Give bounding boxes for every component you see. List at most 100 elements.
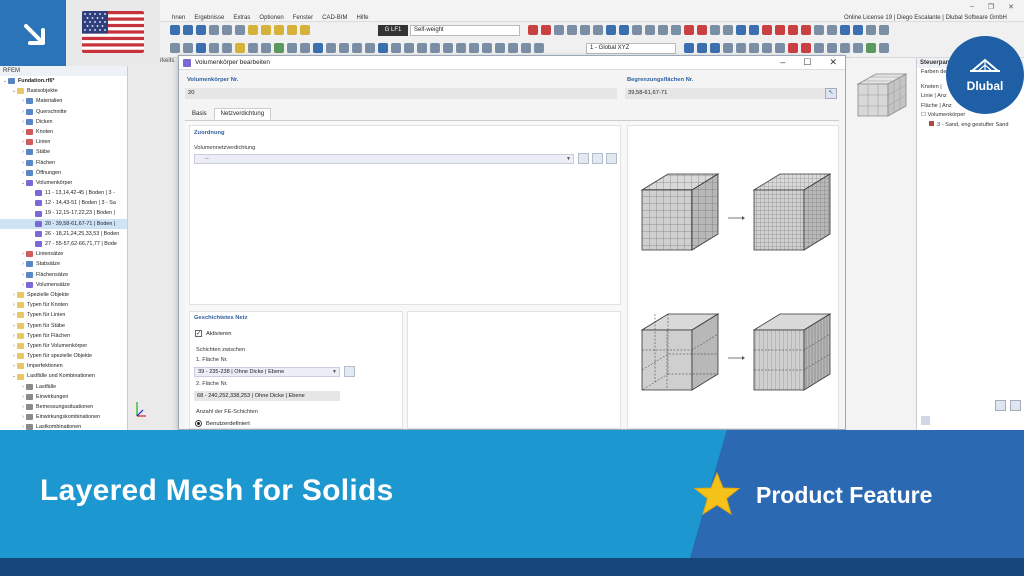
tool-icon[interactable]: [261, 43, 271, 53]
navigator-item[interactable]: › Knoten: [0, 127, 127, 137]
tab-mesh-refinement[interactable]: Netzverdichtung: [213, 108, 272, 120]
surface-1-select[interactable]: 39 - 235-238 | Ohne Dicke | Ebene ▼: [194, 367, 340, 377]
restore-icon[interactable]: ❐: [988, 3, 994, 11]
mesh-refinement-select[interactable]: -- ▼: [194, 154, 574, 164]
tool-icon[interactable]: [749, 43, 759, 53]
tool-icon[interactable]: [528, 25, 538, 35]
navigator-item[interactable]: 19 - 12,15-17,22,23 | Boden |: [0, 208, 127, 218]
tool-icon[interactable]: [866, 25, 876, 35]
tool-icon[interactable]: [339, 43, 349, 53]
navigator-item[interactable]: › Typen für Volumenkörper: [0, 341, 127, 351]
navigator-item[interactable]: › Lastkombinationen: [0, 422, 127, 430]
tool-icon[interactable]: [508, 43, 518, 53]
tool-icon[interactable]: [196, 43, 206, 53]
navigator-item[interactable]: › Imperfektionen: [0, 361, 127, 371]
tool-icon[interactable]: [853, 25, 863, 35]
tool-icon[interactable]: [248, 25, 258, 35]
navigator-item[interactable]: › Typen für Stäbe: [0, 321, 127, 331]
tool-icon[interactable]: [391, 43, 401, 53]
tool-icon[interactable]: [183, 43, 193, 53]
tool-icon[interactable]: [326, 43, 336, 53]
minimize-icon[interactable]: –: [780, 57, 785, 68]
tool-icon[interactable]: [606, 25, 616, 35]
navigator-item[interactable]: › Bemessungssituationen: [0, 402, 127, 412]
navigator-item[interactable]: › Linien: [0, 137, 127, 147]
navigator-item[interactable]: › Typen für Knoten: [0, 300, 127, 310]
maximize-icon[interactable]: ☐: [803, 57, 811, 68]
tool-icon[interactable]: [287, 25, 297, 35]
navigator-item[interactable]: › Materialien: [0, 96, 127, 106]
menu-item[interactable]: Fenster: [293, 15, 313, 21]
tool-icon[interactable]: [593, 25, 603, 35]
navigator-item[interactable]: › Stabsätze: [0, 259, 127, 269]
tool-icon[interactable]: [671, 25, 681, 35]
panel-option-button[interactable]: [1010, 400, 1021, 411]
solid-no-field[interactable]: 20: [185, 88, 617, 99]
tool-icon[interactable]: [417, 43, 427, 53]
view-icon[interactable]: [222, 25, 232, 35]
navigator-item[interactable]: ⌄ Lastfälle und Kombinationen: [0, 371, 127, 381]
tool-icon[interactable]: [261, 25, 271, 35]
tool-icon[interactable]: [274, 43, 284, 53]
tool-icon[interactable]: [801, 25, 811, 35]
tool-icon[interactable]: [723, 43, 733, 53]
edit-item-button[interactable]: [592, 153, 603, 164]
navigator-item[interactable]: › Volumensätze: [0, 280, 127, 290]
view-icon[interactable]: [183, 25, 193, 35]
tool-icon[interactable]: [300, 43, 310, 53]
tool-icon[interactable]: [762, 43, 772, 53]
load-case-select[interactable]: Self-weight: [410, 25, 520, 36]
pick-surface-button[interactable]: [344, 366, 355, 377]
panel-option-button[interactable]: [995, 400, 1006, 411]
tool-icon[interactable]: [378, 43, 388, 53]
navigator-item[interactable]: › Flächensätze: [0, 270, 127, 280]
tool-icon[interactable]: [814, 25, 824, 35]
menu-item[interactable]: hnen: [172, 15, 185, 21]
navigator-item[interactable]: 26 - 18,21,24,25,33,53 | Boden: [0, 229, 127, 239]
tool-icon[interactable]: [274, 25, 284, 35]
navigator-item[interactable]: ⌄ Basisobjekte: [0, 86, 127, 96]
load-case-code[interactable]: G LF1: [378, 25, 408, 36]
tool-icon[interactable]: [697, 25, 707, 35]
menu-item[interactable]: CAD-BIM: [322, 15, 347, 21]
tool-icon[interactable]: [801, 43, 811, 53]
tool-icon[interactable]: [541, 25, 551, 35]
tool-icon[interactable]: [658, 25, 668, 35]
tool-icon[interactable]: [209, 43, 219, 53]
tool-icon[interactable]: [521, 43, 531, 53]
tool-icon[interactable]: [619, 25, 629, 35]
close-window-icon[interactable]: ✕: [1008, 3, 1014, 11]
tool-icon[interactable]: [684, 43, 694, 53]
menu-item[interactable]: Optionen: [259, 15, 283, 21]
tool-icon[interactable]: [840, 43, 850, 53]
tool-icon[interactable]: [788, 25, 798, 35]
tool-icon[interactable]: [866, 43, 876, 53]
view-icon[interactable]: [235, 25, 245, 35]
navigator-item[interactable]: › Einwirkungskombinationen: [0, 412, 127, 422]
tool-icon[interactable]: [404, 43, 414, 53]
navigator-item[interactable]: › Öffnungen: [0, 168, 127, 178]
tool-icon[interactable]: [313, 43, 323, 53]
tool-icon[interactable]: [456, 43, 466, 53]
pick-item-button[interactable]: [606, 153, 617, 164]
tool-icon[interactable]: [775, 43, 785, 53]
tool-icon[interactable]: [534, 43, 544, 53]
tool-icon[interactable]: [736, 43, 746, 53]
tool-icon[interactable]: [170, 43, 180, 53]
user-defined-radio[interactable]: Benutzerdefiniert: [195, 420, 250, 427]
tool-icon[interactable]: [580, 25, 590, 35]
workspace-tab[interactable]: rkeits: [160, 58, 174, 64]
navigator-item[interactable]: 11 - 13,14,42-45 | Boden | 3 -: [0, 188, 127, 198]
control-panel-line[interactable]: ☐ Volumenkörper: [917, 111, 1024, 121]
tool-icon[interactable]: [710, 43, 720, 53]
boundary-surfaces-field[interactable]: 39,58-61,67-71: [625, 88, 825, 99]
tool-icon[interactable]: [710, 25, 720, 35]
navigator-item[interactable]: 12 - 14,43-51 | Boden | 3 - Sa: [0, 198, 127, 208]
navigator-item[interactable]: › Lastfälle: [0, 382, 127, 392]
new-item-button[interactable]: [578, 153, 589, 164]
pick-surfaces-button[interactable]: ↖: [825, 88, 837, 99]
navigator-item[interactable]: 20 - 39,58-61,67-71 | Boden |: [0, 218, 127, 229]
checkbox-checked-icon[interactable]: ✓: [195, 330, 202, 337]
tool-icon[interactable]: [352, 43, 362, 53]
tool-icon[interactable]: [222, 43, 232, 53]
